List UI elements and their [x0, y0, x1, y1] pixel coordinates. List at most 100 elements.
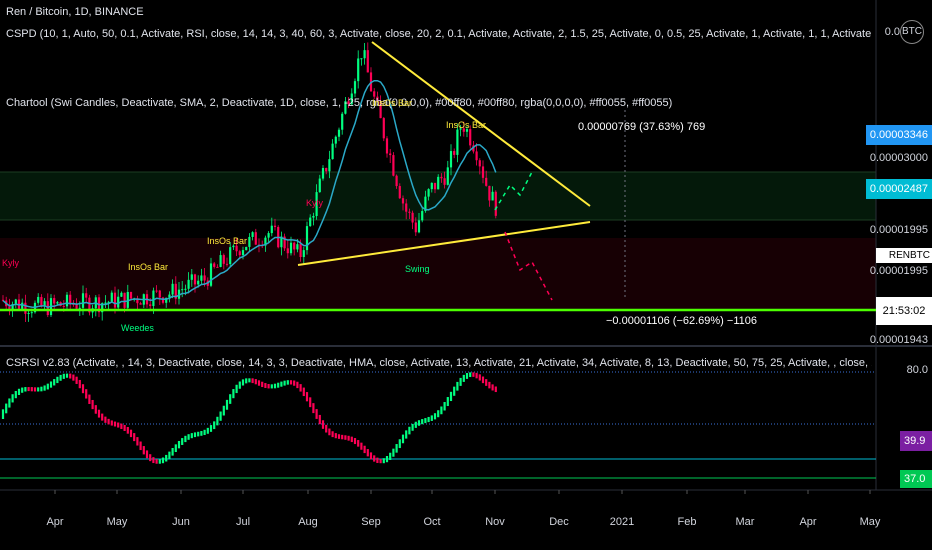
symbol-price-tag[interactable]: RENBTC: [876, 248, 932, 263]
candle-body: [385, 138, 389, 154]
candle-body: [405, 203, 408, 212]
oscillator-candle: [232, 389, 235, 399]
oscillator-candle: [347, 435, 350, 441]
oscillator-candle: [120, 423, 123, 429]
oscillator-candle: [277, 382, 280, 388]
oscillator-candle: [369, 452, 373, 460]
oscillator-candle: [296, 381, 299, 389]
chart-canvas[interactable]: [0, 0, 932, 550]
oscillator-candle: [293, 380, 296, 386]
oscillator-candle: [139, 441, 142, 451]
time-axis-label: Jul: [235, 516, 251, 528]
osc-label-top: 80.0: [906, 364, 928, 376]
candle-body: [417, 220, 421, 233]
oscillator-candle: [30, 387, 33, 392]
oscillator-candle: [1, 409, 5, 419]
candle-body: [312, 215, 315, 218]
oscillator-candle: [315, 409, 318, 419]
oscillator-candle: [59, 374, 62, 381]
oscillator-candle: [24, 387, 27, 392]
oscillator-candle: [325, 424, 328, 433]
currency-badge[interactable]: BTC: [900, 20, 924, 44]
oscillator-candle: [33, 387, 37, 392]
oscillator-candle: [225, 399, 229, 410]
candle-body: [81, 293, 85, 308]
oscillator-candle: [46, 383, 49, 390]
indicator-legend-csrsi[interactable]: CSRSI v2.83 (Activate, , 14, 3, Deactiva…: [6, 357, 872, 369]
time-axis-label: May: [106, 516, 128, 528]
oscillator-candle: [392, 448, 395, 457]
oscillator-candle: [129, 429, 133, 438]
oscillator-candle: [101, 413, 104, 421]
signal-label: InsOs Bar: [372, 98, 413, 108]
oscillator-candle: [21, 387, 24, 393]
oscillator-candle: [417, 420, 421, 426]
price-label: 0.00003000: [869, 152, 928, 164]
chart-title[interactable]: Ren / Bitcoin, 1D, BINANCE: [6, 6, 144, 18]
oscillator-candle: [376, 457, 379, 463]
measure-down-label: −0.00001106 (−62.69%) −1106: [606, 315, 757, 327]
time-axis-label: Oct: [423, 516, 441, 528]
oscillator-candle: [113, 421, 117, 427]
oscillator-candle: [341, 434, 344, 440]
candle-body: [245, 246, 248, 251]
candle-body: [366, 50, 369, 73]
candle-body: [456, 129, 459, 155]
oscillator-candle: [165, 454, 168, 462]
candle-body: [373, 91, 376, 97]
oscillator-candle: [193, 432, 197, 438]
price-tag-blue[interactable]: 0.00003346: [865, 125, 932, 145]
oscillator-candle: [337, 434, 341, 439]
candle-body: [382, 118, 385, 139]
oscillator-candle: [357, 440, 360, 447]
candle-body: [337, 129, 341, 137]
oscillator-candle: [485, 379, 488, 386]
time-axis-ticks: [54, 490, 871, 494]
oscillator-candle: [389, 452, 392, 460]
candle-body: [27, 312, 30, 314]
candle-body: [139, 303, 142, 305]
oscillator-candle: [328, 428, 331, 436]
oscillator-candle: [427, 416, 430, 423]
candle-body: [184, 288, 187, 290]
oscillator-candle: [446, 397, 449, 407]
oscillator-candle: [270, 384, 273, 389]
symbol-price: 0.00001995: [869, 265, 928, 277]
indicator-legend-cspd[interactable]: CSPD (10, 1, Auto, 50, 0.1, Activate, RS…: [6, 28, 872, 40]
oscillator-candle: [184, 435, 187, 443]
oscillator-candle: [40, 386, 43, 392]
candle-body: [248, 236, 251, 247]
oscillator-candle: [216, 416, 219, 426]
oscillator-candle: [27, 387, 30, 392]
candle-body: [193, 274, 197, 285]
oscillator-candle: [43, 385, 46, 391]
oscillator-candle: [133, 433, 136, 442]
candle-body: [427, 189, 430, 197]
oscillator-candle: [462, 374, 465, 382]
oscillator-candle: [334, 433, 337, 439]
signal-label: Swing: [405, 264, 430, 274]
candle-body: [149, 304, 152, 307]
oscillator-candle: [433, 413, 437, 420]
oscillator-candle: [312, 403, 315, 414]
candle-body: [392, 155, 395, 176]
indicator-legend-chartool[interactable]: Chartool (Swi Candles, Deactivate, SMA, …: [6, 97, 872, 109]
oscillator-candle: [469, 372, 472, 378]
candle-body: [331, 143, 334, 160]
candle-body: [270, 225, 273, 234]
oscillator-candle: [62, 373, 65, 379]
candle-body: [62, 305, 65, 307]
oscillator-candle: [88, 394, 91, 404]
candle-body: [437, 176, 440, 190]
price-tag-teal[interactable]: 0.00002487: [865, 179, 932, 199]
oscillator-candle: [241, 379, 245, 386]
candle-body: [69, 294, 72, 304]
oscillator-candle: [385, 455, 389, 463]
candle-body: [488, 185, 491, 201]
oscillator-candle: [459, 377, 462, 386]
oscillator-candle: [78, 379, 81, 389]
candle-body: [309, 217, 312, 227]
oscillator-candle: [475, 372, 478, 379]
time-axis-label: 2021: [609, 516, 635, 528]
oscillator-candle: [299, 384, 302, 392]
